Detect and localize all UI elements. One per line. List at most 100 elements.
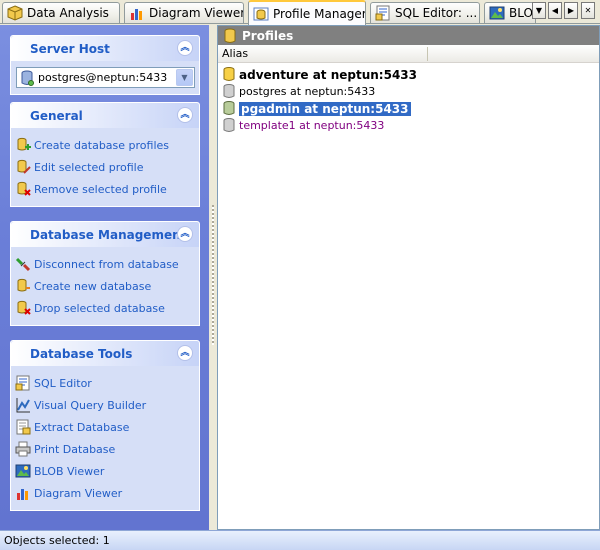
splitter-grip[interactable] [212, 205, 214, 345]
blob-viewer-icon [15, 464, 31, 478]
tab-list-dropdown-button[interactable]: ▼ [532, 2, 546, 19]
server-icon [21, 70, 34, 86]
tab-profile-manager[interactable]: Profile Manager [248, 0, 366, 25]
database-tools-header[interactable]: Database Tools ︽ [11, 341, 199, 366]
tab-diagram-viewer[interactable]: Diagram Viewer [124, 2, 244, 23]
pane-splitter[interactable] [209, 25, 217, 530]
database-connected-icon [223, 67, 235, 81]
list-item[interactable]: postgres at neptun:5433 [223, 83, 599, 100]
edit-selected-profile-link[interactable]: Edit selected profile [15, 156, 199, 178]
collapse-chevron-icon[interactable]: ︽ [177, 40, 193, 56]
profile-label: adventure at neptun:5433 [239, 67, 418, 82]
chevron-down-icon: ▼ [535, 6, 543, 15]
tab-label: BLO [509, 6, 533, 20]
column-header-alias[interactable]: Alias [218, 46, 428, 61]
panel-title: Profiles [242, 28, 294, 43]
database-icon [224, 28, 236, 43]
cube-icon [7, 5, 23, 21]
database-management-group: Database Management ︽ Disconnect from da… [10, 221, 200, 326]
blob-viewer-icon [489, 6, 505, 20]
group-title: Server Host [30, 41, 110, 56]
tab-scroll-left-button[interactable]: ◀ [548, 2, 562, 19]
database-tools-group: Database Tools ︽ SQL Editor Visual Query… [10, 340, 200, 511]
database-icon [223, 84, 235, 98]
collapse-chevron-icon[interactable]: ︽ [177, 226, 193, 242]
create-new-database-link[interactable]: Create new database [15, 275, 199, 297]
profiles-title-bar: Profiles [218, 26, 599, 45]
extract-database-icon [16, 419, 31, 435]
item-label: Create database profiles [34, 138, 170, 152]
disconnect-from-database-link[interactable]: Disconnect from database [15, 253, 199, 275]
item-label: Create new database [34, 279, 152, 293]
tab-close-button[interactable]: ✕ [581, 2, 595, 19]
group-title: Database Tools [30, 346, 133, 361]
server-host-group: Server Host ︽ postgres@neptun:5433 ▼ [10, 35, 200, 95]
bar-chart-icon [131, 9, 142, 20]
database-management-header[interactable]: Database Management ︽ [11, 222, 199, 247]
tab-label: Diagram Viewer [149, 6, 244, 20]
create-database-profiles-link[interactable]: Create database profiles [15, 134, 199, 156]
database-icon [223, 101, 235, 115]
drop-selected-database-link[interactable]: Drop selected database [15, 297, 199, 319]
collapse-chevron-icon[interactable]: ︽ [177, 345, 193, 361]
list-item[interactable]: template1 at neptun:5433 [223, 117, 599, 134]
visual-query-builder-link[interactable]: Visual Query Builder [15, 394, 199, 416]
group-title: General [30, 108, 83, 123]
arrow-left-icon: ◀ [551, 6, 559, 15]
list-item[interactable]: adventure at neptun:5433 [223, 66, 599, 83]
disconnect-icon [15, 257, 31, 272]
server-host-select[interactable]: postgres@neptun:5433 ▼ [16, 67, 195, 88]
item-label: Extract Database [34, 420, 130, 434]
item-label: Remove selected profile [34, 182, 167, 196]
close-icon: ✕ [584, 6, 592, 15]
collapse-chevron-icon[interactable]: ︽ [177, 107, 193, 123]
sql-editor-link[interactable]: SQL Editor [15, 372, 199, 394]
arrow-right-icon: ▶ [567, 6, 575, 15]
profile-manager-icon [253, 7, 269, 20]
task-pane: Server Host ︽ postgres@neptun:5433 ▼ Gen… [0, 25, 209, 530]
item-label: Disconnect from database [34, 257, 179, 271]
tab-scroll-right-button[interactable]: ▶ [564, 2, 578, 19]
print-database-link[interactable]: Print Database [15, 438, 199, 460]
profile-label: template1 at neptun:5433 [239, 119, 385, 132]
status-text: Objects selected: 1 [4, 534, 110, 547]
drop-database-icon [17, 300, 31, 315]
tab-label: Profile Manager [273, 6, 366, 21]
tab-sql-editor[interactable]: SQL Editor: ... [370, 2, 480, 23]
sql-editor-icon [15, 375, 30, 391]
tab-data-analysis[interactable]: Data Analysis [2, 2, 120, 23]
query-builder-icon [16, 398, 30, 413]
tab-strip: Data Analysis Diagram Viewer Profile Man… [0, 0, 600, 25]
database-icon [223, 118, 235, 132]
chevron-down-icon[interactable]: ▼ [176, 69, 193, 86]
general-header[interactable]: General ︽ [11, 103, 199, 128]
server-host-value: postgres@neptun:5433 [38, 71, 168, 84]
item-label: Drop selected database [34, 301, 165, 315]
status-bar: Objects selected: 1 [0, 530, 600, 550]
column-header-row: Alias [218, 45, 599, 63]
general-group: General ︽ Create database profiles Edit … [10, 102, 200, 207]
group-title: Database Management [30, 227, 187, 242]
create-database-icon [17, 278, 30, 292]
sql-editor-icon [375, 5, 390, 21]
remove-profile-icon [17, 181, 31, 196]
printer-icon [15, 441, 31, 457]
profile-label: pgadmin at neptun:5433 [239, 101, 411, 116]
list-item[interactable]: pgadmin at neptun:5433 [223, 100, 599, 117]
create-profile-icon [17, 137, 31, 151]
extract-database-link[interactable]: Extract Database [15, 416, 199, 438]
tab-label: Data Analysis [27, 6, 109, 20]
item-label: SQL Editor [34, 376, 92, 390]
item-label: Edit selected profile [34, 160, 144, 174]
item-label: Diagram Viewer [34, 486, 123, 500]
bar-chart-icon [17, 489, 28, 500]
tab-label: SQL Editor: ... [395, 6, 478, 20]
diagram-viewer-link[interactable]: Diagram Viewer [15, 482, 199, 504]
profile-label: postgres at neptun:5433 [239, 85, 376, 98]
blob-viewer-link[interactable]: BLOB Viewer [15, 460, 199, 482]
edit-profile-icon [17, 159, 31, 174]
profiles-panel: Profiles Alias adventure at neptun:5433 … [217, 25, 600, 530]
tab-blob-viewer[interactable]: BLO [484, 2, 536, 23]
server-host-header[interactable]: Server Host ︽ [11, 36, 199, 61]
remove-selected-profile-link[interactable]: Remove selected profile [15, 178, 199, 200]
